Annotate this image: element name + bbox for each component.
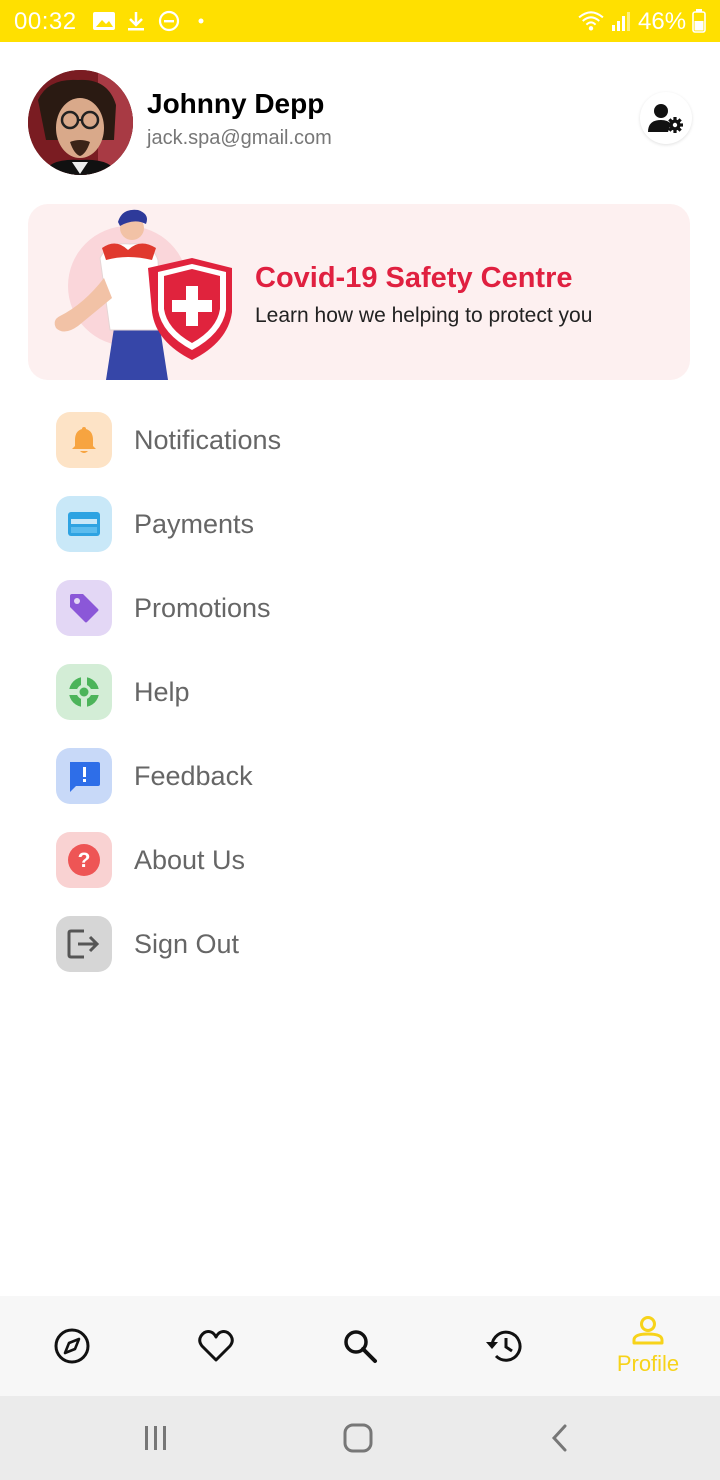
covid-illustration [54,209,232,380]
covid-safety-banner[interactable]: Covid-19 Safety Centre Learn how we help… [28,204,690,380]
download-icon [128,12,144,31]
recents-button[interactable] [126,1416,186,1460]
nav-profile-label: Profile [616,1351,680,1376]
menu-item-payments[interactable]: Payments [56,496,676,552]
do-not-disturb-icon [158,10,180,32]
heart-icon [198,1330,234,1362]
menu-label-payments: Payments [134,509,255,539]
menu-label-notifications: Notifications [134,425,282,455]
menu-item-about-us[interactable]: ? About Us [56,832,676,888]
avatar[interactable] [28,70,133,175]
image-icon [93,12,115,30]
nav-profile[interactable]: Profile [576,1296,720,1396]
back-button[interactable] [530,1416,590,1460]
profile-icon [632,1316,664,1345]
system-navigation-bar [0,1396,720,1480]
bell-icon [56,412,112,468]
battery-percent: 46% [638,8,687,35]
signal-icon [612,12,630,31]
menu-label-help: Help [134,677,190,707]
bottom-navigation: Profile [0,1296,720,1396]
tag-icon [56,580,112,636]
search-icon [344,1330,377,1363]
dot-icon [198,18,204,24]
banner-title: Covid-19 Safety Centre [255,262,573,294]
recents-icon [145,1426,166,1450]
user-email: jack.spa@gmail.com [147,127,332,149]
menu-label-about-us: About Us [134,845,246,875]
sign-out-icon [56,916,112,972]
home-icon [343,1423,373,1453]
back-icon [551,1424,567,1452]
nav-history[interactable] [432,1296,576,1396]
menu-item-promotions[interactable]: Promotions [56,580,676,636]
nav-favorites[interactable] [144,1296,288,1396]
menu-item-notifications[interactable]: Notifications [56,412,676,468]
question-icon: ? [56,832,112,888]
status-time: 00:32 [14,8,77,35]
menu-label-feedback: Feedback [134,761,253,791]
compass-icon [54,1328,90,1364]
menu-label-promotions: Promotions [134,593,271,623]
status-bar: 00:32 46% [0,0,720,42]
svg-text:?: ? [78,849,91,872]
lifebuoy-icon [56,664,112,720]
avatar-photo [28,70,133,175]
nav-search[interactable] [288,1296,432,1396]
home-button[interactable] [328,1416,388,1460]
battery-icon [692,9,706,33]
user-settings-button[interactable] [640,92,692,144]
user-name: Johnny Depp [147,88,325,119]
banner-subtitle: Learn how we helping to protect you [255,304,593,327]
nav-explore[interactable] [0,1296,144,1396]
menu-item-help[interactable]: Help [56,664,676,720]
card-icon [56,496,112,552]
menu-item-feedback[interactable]: Feedback [56,748,676,804]
wifi-icon [578,11,604,31]
feedback-icon [56,748,112,804]
menu-label-sign-out: Sign Out [134,929,240,959]
user-settings-icon [648,104,683,133]
history-icon [486,1330,522,1362]
menu-item-sign-out[interactable]: Sign Out [56,916,676,972]
